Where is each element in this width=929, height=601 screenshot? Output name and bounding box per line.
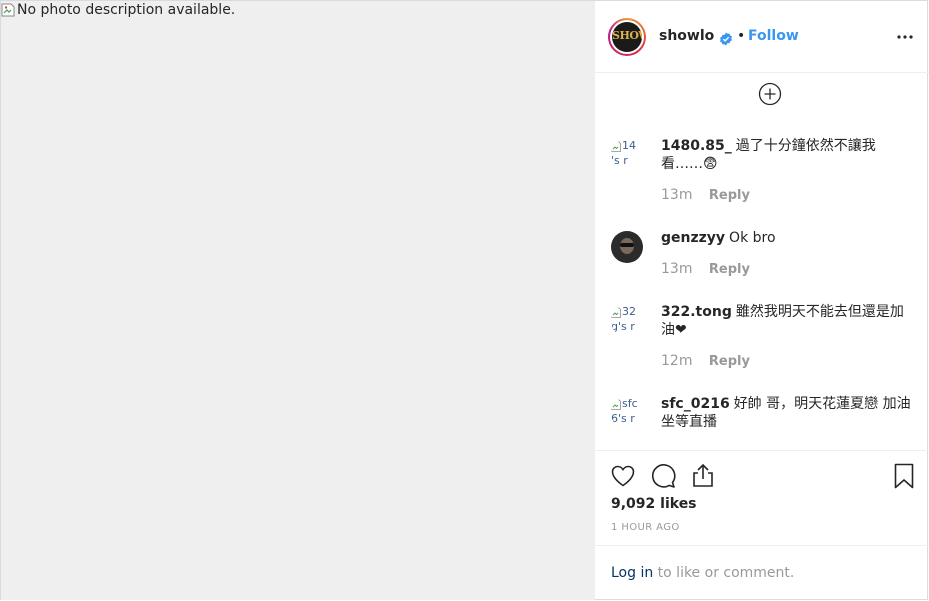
avatar-alt-text: 14 [622,139,636,152]
login-link[interactable]: Log in [611,565,653,581]
comment-item: genzzyy Ok bro 13m Reply [611,229,911,279]
commenter-avatar[interactable]: sfc 6's r [611,397,643,429]
login-bar: Log in to like or comment. [595,545,929,601]
avatar-alt-text: 6's r [611,412,635,425]
avatar-logo-text: SHOW [612,29,642,42]
post-actions: 9,092 likes 1 HOUR AGO Log in to like or… [595,450,929,601]
commenter-avatar[interactable]: 32 g's r [611,305,643,337]
comment-meta: 12m Reply [661,353,750,369]
heart-icon[interactable] [610,463,636,489]
post-username[interactable]: showlo [659,28,714,44]
instagram-post: No photo description available. SHOW sho… [0,0,929,601]
verified-badge-icon [719,31,733,46]
broken-image-icon [611,140,621,152]
login-prompt: Log in to like or comment. [611,565,794,581]
broken-image-icon [611,398,621,410]
load-more-comments-icon[interactable] [758,82,782,106]
comment-meta: 13m Reply [661,187,750,203]
media-alt: No photo description available. [1,2,235,18]
avatar-alt-text: 's r [611,154,628,167]
comment-text: genzzyy Ok bro [661,229,915,247]
follow-button[interactable]: Follow [748,28,799,44]
reply-button[interactable]: Reply [709,262,750,277]
broken-image-icon [611,306,621,318]
comment-item: 32 g's r 322.tong 雖然我明天不能去但還是加油❤ 12m Repl… [611,303,911,373]
comment-username[interactable]: 1480.85_ [661,138,732,154]
comment-text: 1480.85_ 過了十分鐘依然不讓我看……😨 [661,137,915,173]
comment-username[interactable]: 322.tong [661,304,732,320]
commenter-avatar[interactable]: 14 's r [611,139,643,171]
reply-button[interactable]: Reply [709,354,750,369]
likes-count[interactable]: 9,092 likes [611,496,697,512]
avatar-alt-text: g's r [611,320,635,333]
comment-item: 14 's r 1480.85_ 過了十分鐘依然不讓我看……😨 13m Reply [611,137,911,207]
comment-time: 13m [661,261,693,277]
post-side-panel: SHOW showlo • Follow [594,1,929,601]
comment-item: sfc 6's r sfc_0216 好帥 哥，明天花蓮夏戀 加油坐等直播 [611,395,911,435]
broken-image-icon [1,3,15,17]
share-icon[interactable] [690,463,716,489]
login-prompt-text: to like or comment. [653,565,795,581]
comment-text: sfc_0216 好帥 哥，明天花蓮夏戀 加油坐等直播 [661,395,915,431]
comment-body: Ok bro [729,230,776,246]
profile-avatar[interactable]: SHOW [608,18,646,56]
comment-text: 322.tong 雖然我明天不能去但還是加油❤ [661,303,915,339]
reply-button[interactable]: Reply [709,188,750,203]
comment-time: 12m [661,353,693,369]
media-alt-text: No photo description available. [17,2,236,18]
commenter-avatar[interactable] [611,231,643,263]
bookmark-icon[interactable] [891,463,917,489]
comment-time: 13m [661,187,693,203]
avatar-alt-text: sfc [622,397,638,410]
post-media[interactable]: No photo description available. [1,1,594,600]
post-header: SHOW showlo • Follow [595,1,929,73]
comment-username[interactable]: sfc_0216 [661,396,730,412]
more-options-icon[interactable] [895,27,915,47]
comment-username[interactable]: genzzyy [661,230,725,246]
comment-icon[interactable] [650,463,676,489]
post-timestamp[interactable]: 1 HOUR AGO [611,522,680,533]
header-separator: • [737,28,746,44]
comment-meta: 13m Reply [661,261,750,277]
avatar-alt-text: 32 [622,305,636,318]
